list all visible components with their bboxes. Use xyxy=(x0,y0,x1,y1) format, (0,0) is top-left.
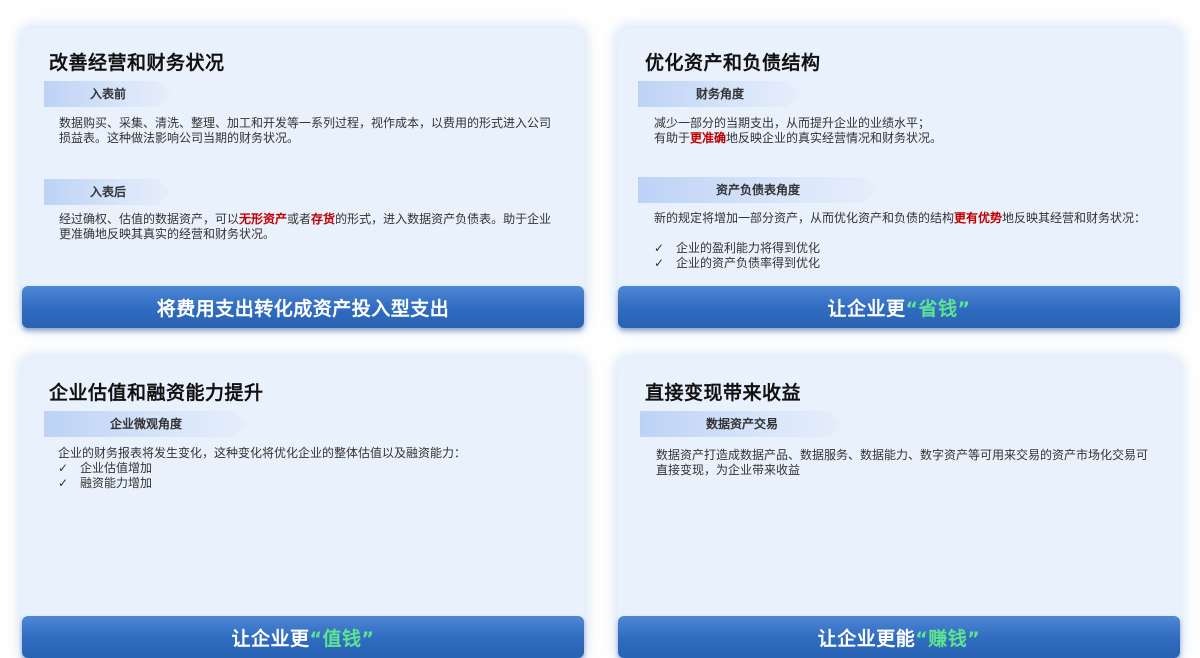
before-recognition-text: 数据购买、采集、清洗、整理、加工和开发等一系列过程，视作成本，以费用的形式进入公… xyxy=(59,116,552,145)
banner-save-money: 让企业更 “省钱” xyxy=(618,286,1180,328)
tag-balance-sheet-perspective: 资产负债表角度 xyxy=(638,177,878,203)
financial-perspective-text: 减少一部分的当期支出，从而提升企业的业绩水平； 有助于更准确地反映企业的真实经营… xyxy=(654,116,943,145)
card-title: 直接变现带来收益 xyxy=(645,382,802,404)
highlight-inventory: 存货 xyxy=(311,212,336,226)
highlight-more-accurate: 更准确 xyxy=(690,131,727,145)
card-direct-monetization: 直接变现带来收益 数据资产交易 数据资产打造成数据产品、数据服务、数据能力、数字… xyxy=(618,358,1180,658)
tag-before-recognition: 入表前 xyxy=(44,81,172,107)
tag-after-recognition: 入表后 xyxy=(44,179,172,205)
list-item: ✓ 企业估值增加 xyxy=(58,461,153,475)
tag-micro-perspective: 企业微观角度 xyxy=(44,411,248,437)
highlight-more-advantage: 更有优势 xyxy=(954,211,1003,225)
banner-expense-to-asset: 将费用支出转化成资产投入型支出 xyxy=(22,286,584,328)
tag-data-asset-trading: 数据资产交易 xyxy=(640,411,844,437)
check-icon: ✓ xyxy=(654,241,665,255)
list-item: ✓ 融资能力增加 xyxy=(58,476,153,490)
card-title: 优化资产和负债结构 xyxy=(645,52,821,74)
banner-more-valuable: 让企业更 “值钱” xyxy=(22,616,584,658)
card-improve-operations: 改善经营和财务状况 入表前 数据购买、采集、清洗、整理、加工和开发等一系列过程，… xyxy=(22,28,584,328)
highlight-intangible-asset: 无形资产 xyxy=(239,212,288,226)
after-recognition-text: 经过确权、估值的数据资产，可以无形资产或者存货的形式，进入数据资产负债表。助于企… xyxy=(59,212,552,241)
micro-perspective-text: 企业的财务报表将发生变化，这种变化将优化企业的整体估值以及融资能力： xyxy=(58,446,467,460)
card-valuation-financing: 企业估值和融资能力提升 企业微观角度 企业的财务报表将发生变化，这种变化将优化企… xyxy=(22,358,584,658)
card-title: 改善经营和财务状况 xyxy=(49,52,225,74)
tag-financial-perspective: 财务角度 xyxy=(638,81,802,107)
banner-earn-money: 让企业更能 “赚钱” xyxy=(618,616,1180,658)
valuation-checklist: ✓ 企业估值增加 ✓ 融资能力增加 xyxy=(58,461,152,491)
list-item: ✓ 企业的盈利能力将得到优化 xyxy=(654,241,821,255)
balance-sheet-text: 新的规定将增加一部分资产，从而优化资产和负债的结构更有优势地反映其经营和财务状况… xyxy=(654,211,1147,225)
data-asset-trading-text: 数据资产打造成数据产品、数据服务、数据能力、数字资产等可用来交易的资产市场化交易… xyxy=(656,448,1149,477)
check-icon: ✓ xyxy=(58,476,69,490)
list-item: ✓ 企业的资产负债率得到优化 xyxy=(654,256,821,270)
balance-sheet-checklist: ✓ 企业的盈利能力将得到优化 ✓ 企业的资产负债率得到优化 xyxy=(654,241,820,271)
check-icon: ✓ xyxy=(58,461,69,475)
card-title: 企业估值和融资能力提升 xyxy=(49,382,264,404)
card-optimize-structure: 优化资产和负债结构 财务角度 减少一部分的当期支出，从而提升企业的业绩水平； 有… xyxy=(618,28,1180,328)
check-icon: ✓ xyxy=(654,256,665,270)
